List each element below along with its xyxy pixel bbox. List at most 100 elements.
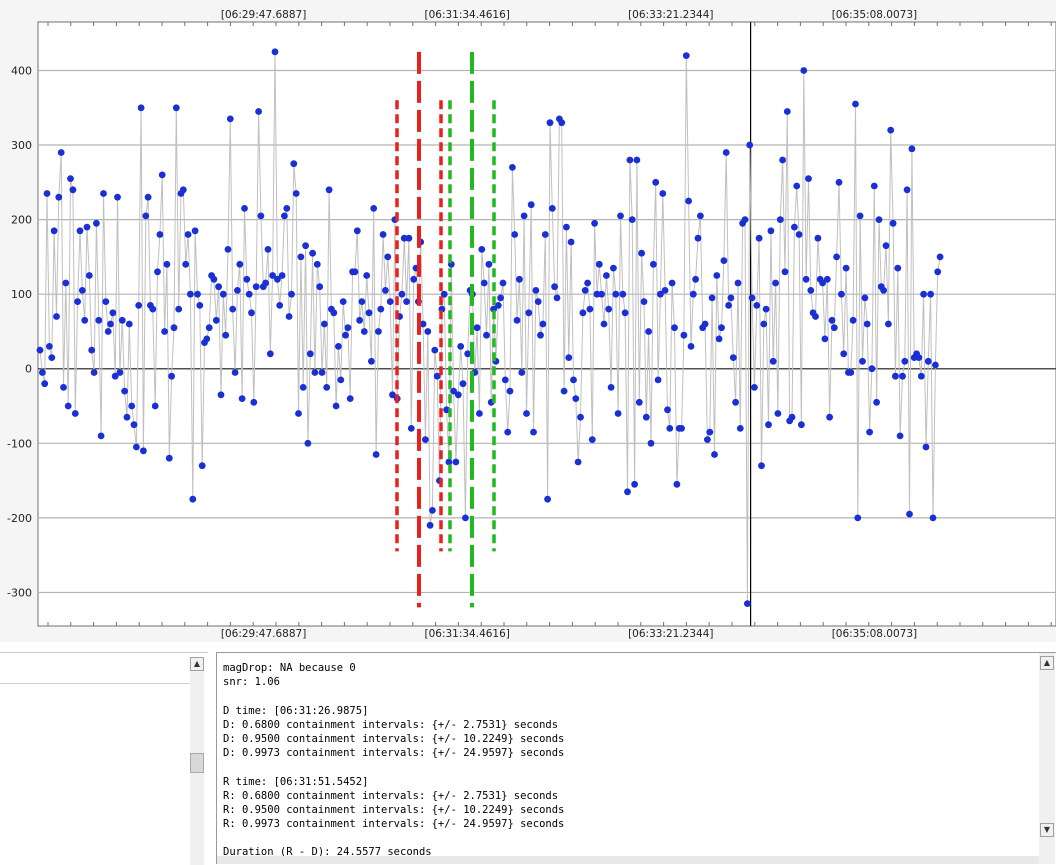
data-point: [149, 305, 157, 313]
data-point: [43, 190, 51, 197]
data-point: [772, 279, 779, 287]
data-point: [234, 287, 241, 294]
data-point: [523, 410, 530, 417]
results-text-panel[interactable]: magDrop: NA because 0 snr: 1.06 D time: [0…: [216, 652, 1056, 864]
data-point: [572, 395, 580, 402]
data-point: [398, 290, 406, 298]
data-point: [793, 182, 801, 190]
data-point: [102, 298, 110, 305]
data-point: [666, 425, 674, 432]
data-point: [266, 350, 274, 358]
data-point: [776, 216, 784, 224]
data-point: [81, 316, 89, 324]
data-point: [288, 290, 295, 298]
data-point: [509, 164, 516, 171]
data-point: [553, 294, 561, 302]
data-point: [339, 298, 347, 305]
data-point: [823, 275, 831, 283]
data-point: [426, 521, 434, 529]
data-point: [800, 67, 808, 74]
data-point: [368, 357, 375, 365]
data-point: [370, 205, 378, 212]
data-point: [680, 331, 688, 339]
data-point: [499, 279, 507, 287]
data-point: [887, 126, 895, 134]
data-point: [175, 305, 183, 313]
data-point: [212, 316, 220, 324]
data-point: [873, 398, 880, 406]
data-point: [814, 234, 822, 242]
data-point: [285, 313, 293, 320]
data-point: [694, 234, 702, 242]
data-point: [539, 320, 547, 328]
data-point: [565, 354, 573, 361]
data-point: [598, 290, 605, 298]
data-point: [452, 458, 460, 466]
data-point: [748, 294, 756, 302]
log-line: R: 0.6800 containment intervals: {+/- 2.…: [223, 789, 559, 802]
data-point: [929, 514, 937, 522]
data-point: [118, 316, 126, 324]
log-scroll-down-button[interactable]: ▼: [1040, 823, 1054, 837]
data-point: [144, 193, 152, 201]
log-horizontal-scrollbar[interactable]: [217, 856, 1039, 864]
data-point: [588, 436, 596, 443]
data-point: [668, 279, 676, 287]
light-curve-chart[interactable]: 400 300 200 100 0 -100 -200 -300 [06:29:47.6887]…: [0, 0, 1056, 642]
data-point: [342, 331, 349, 339]
data-point: [372, 451, 380, 458]
left-pane-scroll-thumb[interactable]: [190, 753, 204, 773]
data-point: [356, 316, 363, 324]
data-point: [205, 324, 213, 332]
data-point: [36, 346, 44, 354]
data-point: [255, 108, 262, 115]
data-point: [833, 253, 840, 261]
data-point: [290, 160, 298, 168]
data-point: [548, 205, 556, 212]
data-point: [335, 343, 342, 350]
data-point: [673, 480, 681, 488]
data-point: [57, 149, 65, 156]
data-point: [922, 443, 930, 451]
data-point: [379, 231, 387, 238]
data-point: [774, 410, 782, 417]
y-tick-label: 0: [25, 363, 32, 376]
data-point: [652, 178, 660, 186]
data-point: [321, 320, 328, 328]
data-point: [85, 272, 93, 279]
data-point: [76, 227, 84, 235]
data-point: [39, 369, 46, 376]
data-point: [215, 283, 223, 291]
left-pane-scroll-up-button[interactable]: ▲: [190, 657, 204, 671]
data-point: [243, 275, 251, 283]
x-tick-label: [06:33:21.2344]: [628, 628, 713, 640]
data-point: [704, 436, 711, 443]
data-point: [534, 298, 542, 305]
data-point: [574, 458, 582, 466]
log-scroll-up-button[interactable]: ▲: [1040, 656, 1054, 670]
data-point: [828, 316, 836, 324]
data-point: [501, 376, 509, 384]
plot-panel[interactable]: 400 300 200 100 0 -100 -200 -300 [06:29:47.6887]…: [0, 0, 1056, 642]
data-point: [184, 231, 192, 238]
data-point: [236, 260, 244, 268]
data-point: [316, 283, 324, 291]
data-point: [605, 305, 613, 313]
data-point: [78, 287, 86, 294]
data-point: [325, 186, 333, 194]
log-line: snr: 1.06: [223, 676, 280, 689]
data-point: [546, 119, 554, 127]
data-point: [130, 421, 138, 429]
data-point: [567, 238, 575, 246]
data-point: [765, 421, 772, 429]
data-point: [713, 272, 721, 279]
log-line: D: 0.6800 containment intervals: {+/- 2.…: [223, 718, 559, 731]
data-point: [727, 294, 735, 302]
data-point: [520, 212, 528, 220]
data-point: [682, 52, 690, 59]
data-point: [100, 190, 107, 197]
data-point: [330, 309, 338, 317]
data-point: [915, 354, 923, 361]
data-point: [304, 439, 312, 447]
